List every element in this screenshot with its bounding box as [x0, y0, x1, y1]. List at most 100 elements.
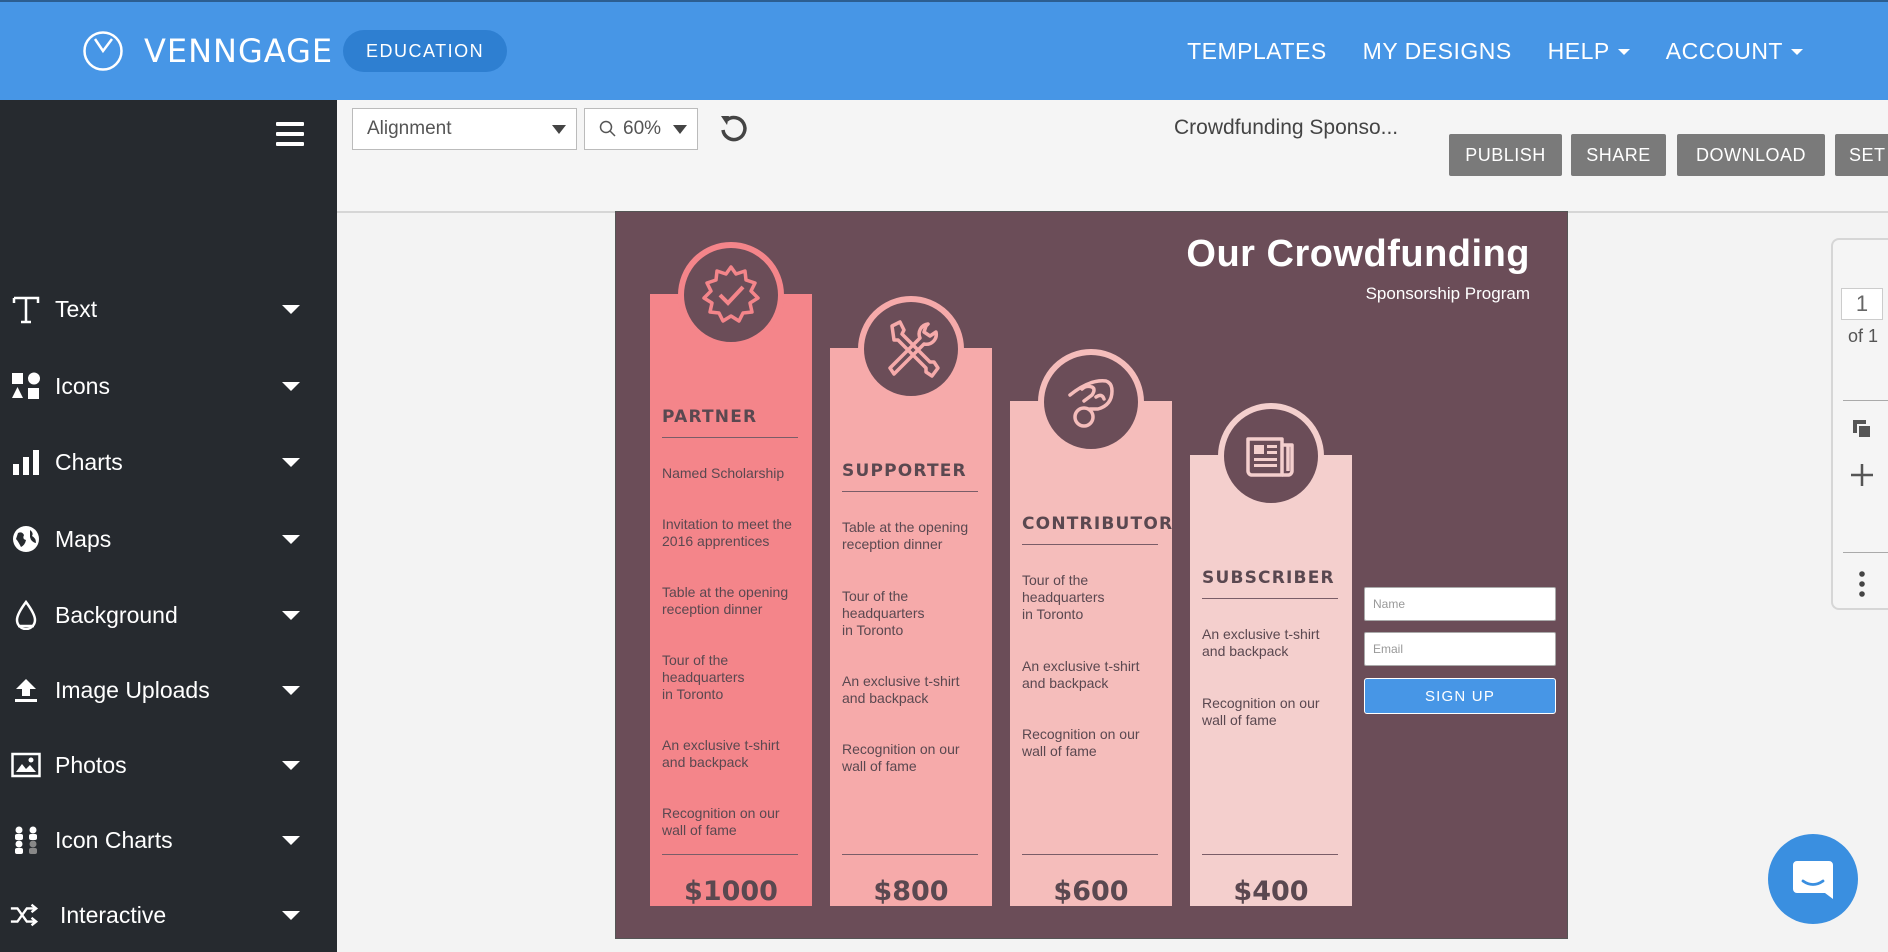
- sidebar-item-maps[interactable]: Maps: [0, 509, 337, 569]
- nav-account-label: ACCOUNT: [1665, 38, 1783, 64]
- droplet-icon: [11, 600, 41, 630]
- sidebar-item-icons[interactable]: Icons: [0, 356, 337, 416]
- hamburger-menu-icon[interactable]: [276, 122, 304, 152]
- tier-price: $800: [873, 876, 949, 907]
- sidebar-item-photos[interactable]: Photos: [0, 735, 337, 795]
- shapes-icon: [11, 371, 41, 401]
- tier-benefit-text: Recognition on our wall of fame: [842, 741, 960, 774]
- tier-benefit: Recognition on our wall of fame: [662, 805, 798, 839]
- sidebar-item-label: Interactive: [60, 901, 167, 928]
- sidebar-item-label: Charts: [55, 448, 123, 475]
- tier-benefit-text: Recognition on our wall of fame: [1022, 726, 1140, 759]
- tier-benefit: An exclusive t-shirt and backpack: [1022, 658, 1158, 692]
- tier-contributor[interactable]: CONTRIBUTOR Tour of the headquarters in To…: [1010, 349, 1174, 907]
- tier-divider: [842, 491, 978, 492]
- tier-benefit: An exclusive t-shirt and backpack: [842, 673, 978, 707]
- logo[interactable]: VENNGAGE: [82, 30, 333, 72]
- chevron-down-icon: [282, 910, 300, 920]
- tier-card-body: [1190, 455, 1352, 906]
- sidebar-item-background[interactable]: Background: [0, 585, 337, 645]
- design-canvas[interactable]: Our Crowdfunding Sponsorship Program PAR…: [615, 211, 1568, 939]
- tier-benefit-text: An exclusive t-shirt and backpack: [662, 737, 780, 770]
- nav-templates[interactable]: TEMPLATES: [1187, 38, 1327, 65]
- sidebar-item-label: Maps: [55, 525, 112, 552]
- publish-button[interactable]: PUBLISH: [1449, 134, 1562, 176]
- email-field[interactable]: Email: [1364, 632, 1556, 666]
- nav-help-label: HELP: [1547, 38, 1610, 64]
- tier-benefit: Recognition on our wall of fame: [1202, 695, 1338, 729]
- tier-benefit: Named Scholarship: [662, 465, 798, 482]
- tier-divider: [1202, 598, 1338, 599]
- tier-benefit: Table at the opening reception dinner: [662, 584, 798, 618]
- add-page-icon[interactable]: [1849, 462, 1875, 488]
- current-page-input[interactable]: 1: [1841, 288, 1883, 320]
- sidebar-item-icon-charts[interactable]: Icon Charts: [0, 810, 337, 870]
- tier-supporter[interactable]: SUPPORTER Table at the opening reception …: [830, 296, 992, 907]
- main-nav: TEMPLATES MY DESIGNS HELP ACCOUNT: [1187, 38, 1803, 65]
- design-title[interactable]: Our Crowdfunding: [1186, 233, 1530, 276]
- editor-toolbar: Alignment 60% Crowdfunding Sponso... PUB…: [337, 100, 1888, 213]
- chevron-down-icon: [673, 125, 687, 134]
- settings-button[interactable]: SET: [1835, 134, 1888, 176]
- tier-benefit-text: Tour of the headquarters in Toronto: [1022, 572, 1105, 622]
- tier-divider: [1022, 544, 1158, 545]
- sidebar-item-label: Text: [55, 295, 98, 322]
- tier-benefit: Table at the opening reception dinner: [842, 519, 978, 553]
- sidebar-item-charts[interactable]: Charts: [0, 432, 337, 492]
- chevron-down-icon: [282, 457, 300, 467]
- sidebar: Text Icons Charts Maps Background Image: [0, 100, 337, 952]
- tier-benefit-text: Table at the opening reception dinner: [662, 584, 789, 617]
- tier-benefit-text: Recognition on our wall of fame: [1202, 695, 1320, 728]
- duplicate-page-icon[interactable]: [1851, 418, 1873, 440]
- image-icon: [11, 750, 41, 780]
- tier-benefit: Tour of the headquarters in Toronto: [1022, 572, 1158, 623]
- newspaper-icon: [1218, 403, 1324, 509]
- undo-icon[interactable]: [717, 112, 749, 144]
- tier-partner[interactable]: PARTNER Named Scholarship Invitation to …: [650, 242, 812, 907]
- sidebar-item-interactive[interactable]: Interactive: [0, 885, 337, 945]
- name-field[interactable]: Name: [1364, 587, 1556, 621]
- sidebar-item-label: Photos: [55, 751, 127, 778]
- tools-icon: [858, 296, 964, 402]
- nav-help[interactable]: HELP: [1548, 38, 1630, 65]
- top-navbar: VENNGAGE EDUCATION TEMPLATES MY DESIGNS …: [0, 0, 1888, 100]
- tier-divider: [1022, 854, 1158, 855]
- tier-benefit: Tour of the headquarters in Toronto: [842, 588, 978, 639]
- chevron-down-icon: [282, 304, 300, 314]
- tier-benefit-text: Recognition on our wall of fame: [662, 805, 780, 838]
- education-badge[interactable]: EDUCATION: [343, 30, 508, 72]
- shuffle-icon: [9, 900, 39, 930]
- hand-coin-icon: [1038, 349, 1144, 455]
- more-options-icon[interactable]: [1859, 570, 1865, 598]
- page-count-label: of 1: [1847, 326, 1879, 346]
- share-button[interactable]: SHARE: [1571, 134, 1666, 176]
- chat-launcher[interactable]: [1768, 834, 1858, 924]
- nav-templates-label: TEMPLATES: [1187, 38, 1327, 64]
- document-title[interactable]: Crowdfunding Sponso...: [1174, 116, 1398, 140]
- zoom-select[interactable]: 60%: [584, 108, 698, 150]
- nav-account[interactable]: ACCOUNT: [1666, 38, 1803, 65]
- upload-icon: [11, 675, 41, 705]
- tier-benefit-text: Named Scholarship: [662, 465, 785, 481]
- tier-title: CONTRIBUTOR: [1022, 514, 1174, 534]
- tier-subscriber[interactable]: SUBSCRIBER An exclusive t-shirt and backp…: [1190, 403, 1352, 907]
- sidebar-item-label: Icons: [55, 372, 110, 399]
- chevron-down-icon: [552, 125, 566, 134]
- download-button[interactable]: DOWNLOAD: [1677, 134, 1825, 176]
- tier-benefit-text: Invitation to meet the 2016 apprentices: [662, 516, 792, 549]
- sidebar-item-text[interactable]: Text: [0, 279, 337, 339]
- chevron-down-icon: [1617, 48, 1630, 55]
- tier-divider: [662, 854, 798, 855]
- sidebar-item-label: Icon Charts: [55, 826, 173, 853]
- nav-my-designs[interactable]: MY DESIGNS: [1363, 38, 1512, 65]
- chevron-down-icon: [282, 685, 300, 695]
- chevron-down-icon: [282, 835, 300, 845]
- tier-divider: [842, 854, 978, 855]
- sidebar-item-image-uploads[interactable]: Image Uploads: [0, 660, 337, 720]
- tier-benefit: Recognition on our wall of fame: [1022, 726, 1158, 760]
- chevron-down-icon: [282, 381, 300, 391]
- sidebar-item-label: Image Uploads: [55, 676, 210, 703]
- sign-up-button[interactable]: SIGN UP: [1364, 678, 1556, 714]
- alignment-select[interactable]: Alignment: [352, 108, 577, 150]
- design-subtitle[interactable]: Sponsorship Program: [1366, 284, 1530, 304]
